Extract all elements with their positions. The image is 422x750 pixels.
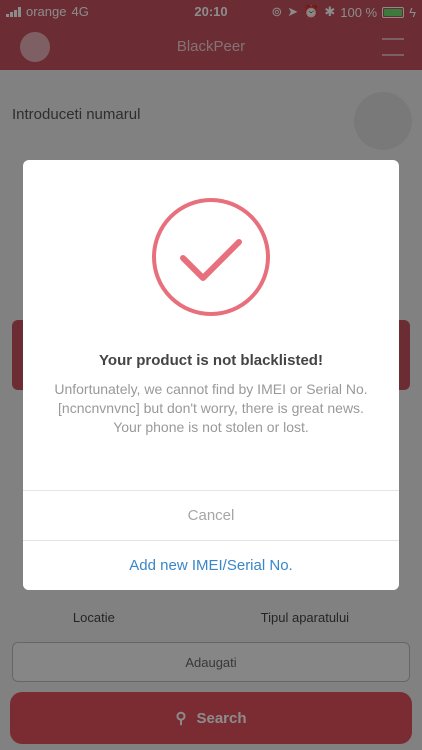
dialog-message: Unfortunately, we cannot find by IMEI or… bbox=[54, 381, 368, 435]
cancel-button[interactable]: Cancel bbox=[23, 490, 399, 540]
checkmark-circle-icon bbox=[150, 196, 272, 318]
dialog-title: Your product is not blacklisted! bbox=[99, 352, 323, 369]
result-dialog: Your product is not blacklisted! Unfortu… bbox=[23, 160, 399, 590]
add-imei-button[interactable]: Add new IMEI/Serial No. bbox=[23, 540, 399, 590]
